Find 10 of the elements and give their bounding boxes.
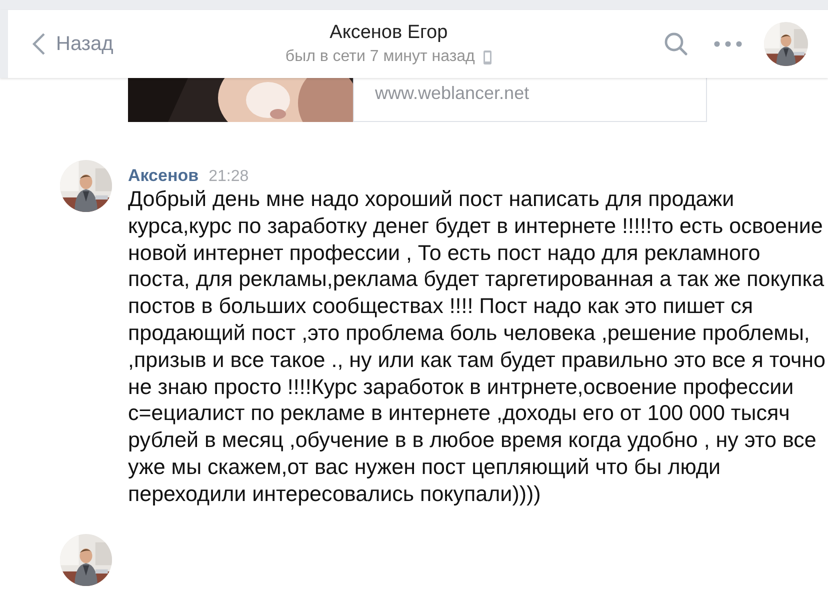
- message-text: Добрый день мне надо хороший пост написать для продажи курса,курс по заработку денег будет в интернете !!!!!то есть освоение новой интернет профессии , То есть пост надо для рекламного поста, для рекламы,реклама будет таргетированная а так же покупка постов в больших сообществах !!!! Пост надо как это пишет ся продающий пост ,это проблема боль человека ,решение проблемы, ,призыв и все такое ., ну или как там будет правильно это все я точно не знаю просто !!!!Курс заработок в интрнете,освоение профессии с=ециалист по рекламе в интернете ,доходы его от 100 000 тысяч рублей в месяц ,обучение в в любое время когда удобно , ну это все уже мы скажем,от вас нужен пост цепляющий что бы люди переходили интересовались покупали)))): [128, 186, 826, 508]
- search-icon[interactable]: [664, 32, 688, 56]
- back-button[interactable]: Назад: [32, 32, 114, 56]
- more-icon[interactable]: [714, 41, 742, 47]
- message-time: 21:28: [208, 168, 249, 186]
- chat-title: Аксенов Егор: [330, 22, 448, 44]
- back-icon: [32, 32, 46, 56]
- online-status: был в сети 7 минут назад: [285, 48, 475, 66]
- phone-icon: [482, 50, 492, 64]
- author-name[interactable]: Аксенов: [128, 166, 199, 186]
